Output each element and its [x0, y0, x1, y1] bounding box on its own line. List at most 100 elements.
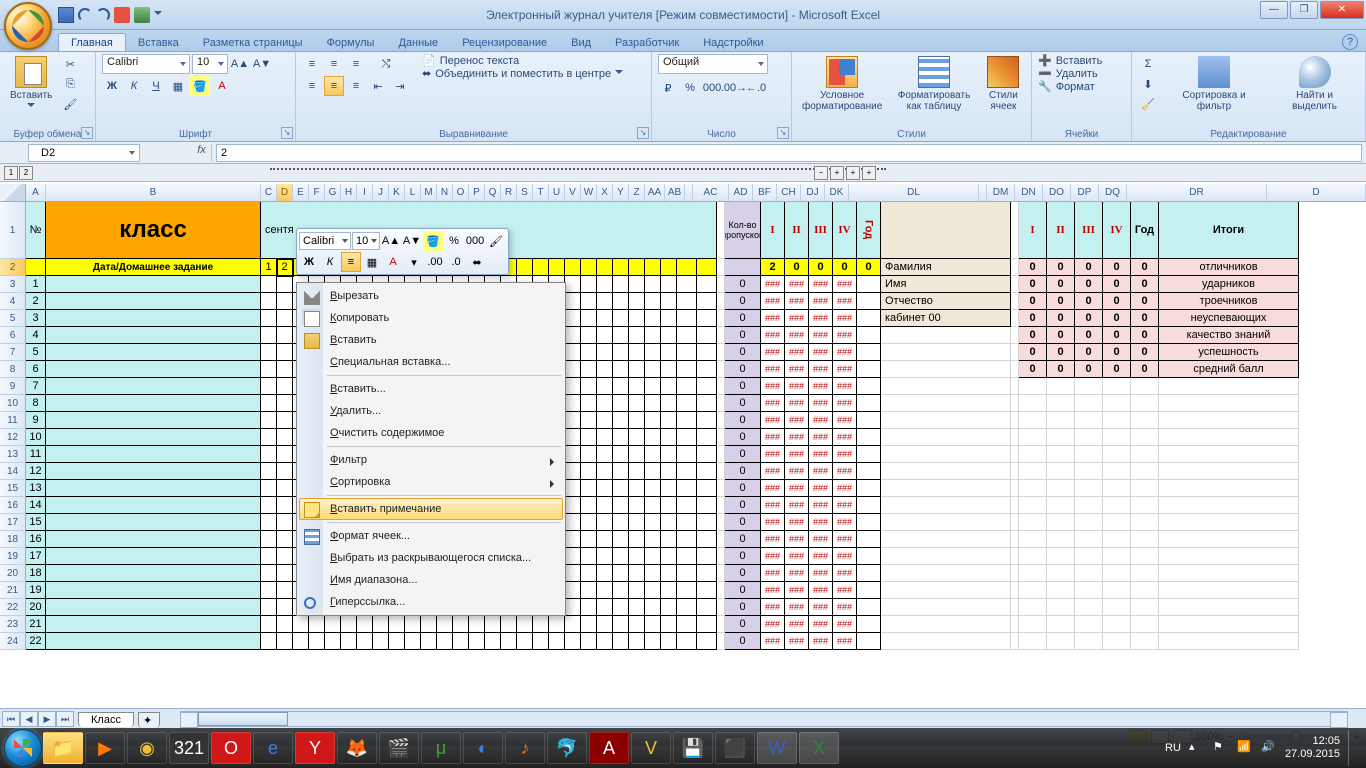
row-header[interactable]: 3 [0, 276, 26, 293]
taskbar-app-icon[interactable]: ♪ [505, 732, 545, 764]
taskbar-excel-icon[interactable]: X [799, 732, 839, 764]
qat-custom-icon[interactable] [114, 7, 130, 23]
taskbar-explorer-icon[interactable]: 📁 [43, 732, 83, 764]
formula-input[interactable]: 2 [216, 144, 1362, 162]
undo-icon[interactable] [78, 8, 92, 22]
mini-inc-decimal[interactable]: .00 [425, 252, 445, 272]
taskbar-app-icon[interactable]: ▶ [85, 732, 125, 764]
cell-date-hw[interactable]: Дата/Домашнее задание [46, 259, 261, 276]
dialog-launcher[interactable]: ↘ [777, 127, 789, 139]
row-header[interactable]: 1 [0, 202, 26, 259]
taskbar-app-icon[interactable]: ⬛ [715, 732, 755, 764]
ctx-item[interactable]: Гиперссылка... [299, 591, 563, 613]
maximize-button[interactable]: ❐ [1290, 1, 1318, 19]
cell[interactable] [881, 202, 1011, 259]
cell-header-no[interactable]: № [26, 202, 46, 259]
mini-merge[interactable]: ⬌ [467, 252, 487, 272]
row-header[interactable]: 15 [0, 480, 26, 497]
shrink-font-button[interactable]: A▼ [252, 54, 272, 74]
mini-font-color[interactable]: A [383, 252, 403, 272]
outline-collapse[interactable]: − [814, 166, 828, 180]
row-header[interactable]: 8 [0, 361, 26, 378]
col-header[interactable]: K [389, 184, 405, 201]
mini-shrink-font[interactable]: A▼ [402, 231, 422, 251]
sheet-nav-next[interactable]: ▶ [38, 711, 56, 727]
decrease-decimal-button[interactable]: ←.0 [746, 78, 766, 98]
fx-button[interactable]: fx [192, 144, 212, 162]
dialog-launcher[interactable]: ↘ [637, 127, 649, 139]
col-header[interactable]: DP [1071, 184, 1099, 201]
mini-borders[interactable]: ▦ [362, 252, 382, 272]
italic-button[interactable]: К [124, 76, 144, 96]
col-header[interactable]: U [549, 184, 565, 201]
tab-page-layout[interactable]: Разметка страницы [191, 34, 315, 51]
mini-italic[interactable]: К [320, 252, 340, 272]
sheet-nav-last[interactable]: ⏭ [56, 711, 74, 727]
taskbar-app-icon[interactable]: 🎬 [379, 732, 419, 764]
find-select-button[interactable]: Найти и выделить [1270, 54, 1359, 114]
col-header[interactable]: A [26, 184, 46, 201]
fill-color-button[interactable]: 🪣 [190, 76, 210, 96]
qat-dropdown-icon[interactable] [154, 11, 162, 19]
bold-button[interactable]: Ж [102, 76, 122, 96]
orientation-button[interactable]: ⤭ [376, 54, 396, 74]
taskbar-firefox-icon[interactable]: 🦊 [337, 732, 377, 764]
cut-button[interactable]: ✂ [60, 54, 80, 74]
mini-format-painter[interactable]: 🖌 [486, 231, 506, 251]
col-header[interactable]: DQ [1099, 184, 1127, 201]
col-header[interactable]: H [341, 184, 357, 201]
mini-bold[interactable]: Ж [299, 252, 319, 272]
col-header[interactable]: C [261, 184, 277, 201]
grow-font-button[interactable]: A▲ [230, 54, 250, 74]
row-header[interactable]: 7 [0, 344, 26, 361]
indent-increase-button[interactable]: ⇥ [390, 76, 410, 96]
tab-view[interactable]: Вид [559, 34, 603, 51]
tray-volume-icon[interactable]: 🔊 [1261, 740, 1277, 756]
col-header[interactable]: DL [849, 184, 979, 201]
row-header[interactable]: 2 [0, 259, 26, 276]
format-cells-button[interactable]: 🔧 Формат [1038, 80, 1125, 93]
row-header[interactable]: 19 [0, 548, 26, 565]
delete-cells-button[interactable]: ➖ Удалить [1038, 67, 1125, 80]
cell-quarter[interactable]: II [1047, 202, 1075, 259]
tray-network-icon[interactable]: 📶 [1237, 740, 1253, 756]
cells[interactable]: № класс сентя Кол-во пропусков I II III … [26, 202, 1366, 728]
row-header[interactable]: 21 [0, 582, 26, 599]
sheet-nav-prev[interactable]: ◀ [20, 711, 38, 727]
tray-show-hidden-icon[interactable]: ▴ [1189, 740, 1205, 756]
col-header[interactable]: M [421, 184, 437, 201]
comma-button[interactable]: 000 [702, 78, 722, 98]
new-sheet-button[interactable]: ✦ [138, 712, 160, 728]
col-header[interactable]: W [581, 184, 597, 201]
col-header[interactable]: X [597, 184, 613, 201]
show-desktop-button[interactable] [1348, 730, 1356, 766]
cell[interactable]: 1 [261, 259, 277, 276]
col-header[interactable]: N [437, 184, 453, 201]
taskbar-app-icon[interactable]: V [631, 732, 671, 764]
ctx-item[interactable]: Удалить... [299, 400, 563, 422]
name-box[interactable]: D2 [28, 144, 140, 162]
number-format-combo[interactable]: Общий [658, 54, 768, 74]
cell-quarter[interactable]: III [809, 202, 833, 259]
office-button[interactable] [4, 2, 52, 50]
row-header[interactable]: 4 [0, 293, 26, 310]
taskbar-yandex-icon[interactable]: Y [295, 732, 335, 764]
col-header[interactable]: I [357, 184, 373, 201]
ctx-item[interactable]: Вырезать [299, 285, 563, 307]
row-header[interactable]: 6 [0, 327, 26, 344]
mini-align-center[interactable]: ≡ [341, 252, 361, 272]
ctx-item[interactable]: Специальная вставка... [299, 351, 563, 373]
tab-addins[interactable]: Надстройки [691, 34, 775, 51]
qat-custom-icon-2[interactable] [134, 7, 150, 23]
align-left-button[interactable]: ≡ [302, 76, 322, 96]
col-header[interactable]: Q [485, 184, 501, 201]
tab-data[interactable]: Данные [386, 34, 450, 51]
cell-quarter[interactable]: I [761, 202, 785, 259]
align-bottom-button[interactable]: ≡ [346, 54, 366, 74]
taskbar-app-icon[interactable]: A [589, 732, 629, 764]
font-color-button[interactable]: A [212, 76, 232, 96]
scroll-thumb[interactable] [198, 712, 288, 726]
col-header[interactable]: D [277, 184, 293, 201]
col-header[interactable]: L [405, 184, 421, 201]
row-header[interactable]: 5 [0, 310, 26, 327]
